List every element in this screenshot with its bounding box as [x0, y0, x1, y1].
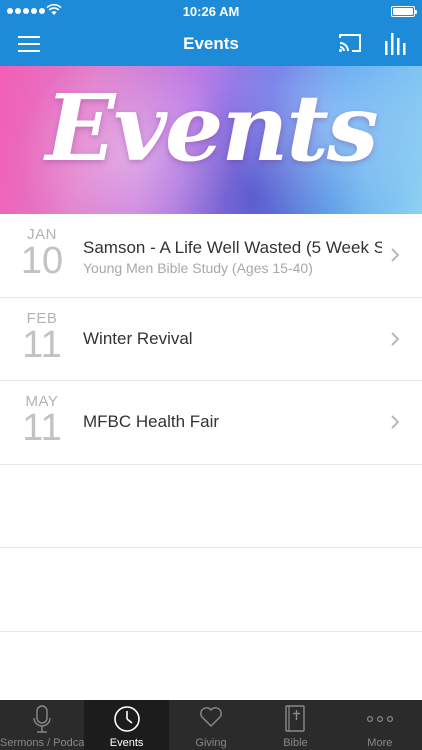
banner-title: Events: [45, 74, 378, 182]
heart-icon: [200, 707, 222, 727]
stats-icon[interactable]: [384, 31, 406, 55]
event-title: Samson - A Life Well Wasted (5 Week Seri…: [83, 238, 382, 257]
tab-sermons[interactable]: Sermons / Podcasts: [0, 700, 99, 750]
event-date: JAN 10: [20, 226, 64, 282]
tab-bible[interactable]: Bible: [253, 700, 337, 750]
chevron-right-icon: [391, 248, 400, 262]
event-title: MFBC Health Fair: [83, 412, 220, 431]
clock-icon: [113, 706, 140, 732]
tab-more[interactable]: More: [338, 700, 422, 750]
empty-row: [0, 465, 422, 548]
event-row[interactable]: MAY 11 MFBC Health Fair: [0, 381, 422, 465]
tab-label: Events: [109, 737, 144, 749]
events-banner: Events: [0, 66, 422, 214]
top-bar: 10:26 AM Events: [0, 0, 422, 66]
event-subtitle: Young Men Bible Study (Ages 15-40): [83, 260, 313, 276]
event-date: MAY 11: [20, 393, 64, 449]
tab-label: Giving: [195, 737, 227, 749]
events-list: JAN 10 Samson - A Life Well Wasted (5 We…: [0, 214, 422, 715]
event-day: 10: [20, 240, 64, 282]
event-day: 11: [22, 407, 62, 449]
chevron-right-icon: [391, 331, 400, 346]
microphone-icon: [33, 705, 51, 733]
bible-icon: [285, 705, 306, 732]
event-day: 11: [22, 323, 62, 366]
nav-bar: Events: [0, 22, 422, 66]
tab-events[interactable]: Events: [84, 700, 169, 750]
tab-bar: Sermons / Podcasts Events Giving Bible M…: [0, 700, 422, 750]
chevron-right-icon: [391, 415, 400, 429]
event-row[interactable]: FEB 11 Winter Revival: [0, 298, 422, 381]
more-icon: [366, 716, 393, 723]
empty-row: [0, 548, 422, 632]
tab-label: Sermons / Podcasts: [0, 737, 99, 749]
event-date: FEB 11: [20, 310, 64, 366]
cast-icon[interactable]: [338, 32, 362, 54]
battery-icon: [391, 6, 417, 17]
event-row[interactable]: JAN 10 Samson - A Life Well Wasted (5 We…: [0, 214, 422, 298]
event-title: Winter Revival: [83, 328, 193, 348]
tab-label: More: [367, 737, 393, 749]
tab-giving[interactable]: Giving: [169, 700, 253, 750]
status-time: 10:26 AM: [182, 4, 240, 19]
tab-label: Bible: [283, 737, 308, 749]
status-bar: 10:26 AM: [0, 0, 422, 22]
